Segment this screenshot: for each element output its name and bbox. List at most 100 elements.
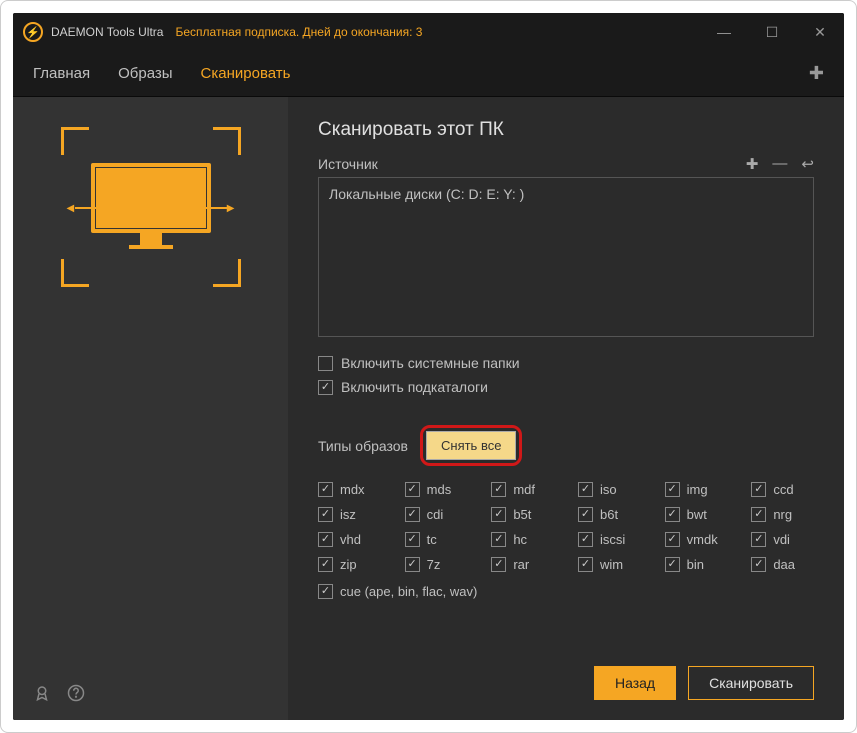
source-list[interactable]: Локальные диски (C: D: E: Y: ) bbox=[318, 177, 814, 337]
format-iso-label: iso bbox=[600, 482, 617, 497]
format-rar-label: rar bbox=[513, 557, 529, 572]
format-daa-checkbox[interactable] bbox=[751, 557, 766, 572]
format-vhd: vhd bbox=[318, 532, 381, 547]
add-tab-button[interactable]: ✚ bbox=[809, 63, 824, 84]
format-zip-label: zip bbox=[340, 557, 357, 572]
remove-source-button[interactable]: — bbox=[772, 155, 787, 173]
format-vdi-label: vdi bbox=[773, 532, 790, 547]
clear-all-button[interactable]: Снять все bbox=[426, 431, 516, 460]
format-daa-label: daa bbox=[773, 557, 795, 572]
format-wim-checkbox[interactable] bbox=[578, 557, 593, 572]
format-hc-label: hc bbox=[513, 532, 527, 547]
format-rar: rar bbox=[491, 557, 554, 572]
annotation-highlight: Снять все bbox=[420, 425, 522, 466]
format-bin-label: bin bbox=[687, 557, 704, 572]
format-b6t-checkbox[interactable] bbox=[578, 507, 593, 522]
format-mdf: mdf bbox=[491, 482, 554, 497]
format-bwt-checkbox[interactable] bbox=[665, 507, 680, 522]
menu-tab-0[interactable]: Главная bbox=[33, 65, 90, 82]
format-wim-label: wim bbox=[600, 557, 623, 572]
format-img: img bbox=[665, 482, 728, 497]
menubar: Главная Образы Сканировать ✚ bbox=[13, 51, 844, 97]
app-logo-icon: ⚡ bbox=[23, 22, 43, 42]
format-cdi-checkbox[interactable] bbox=[405, 507, 420, 522]
format-vdi-checkbox[interactable] bbox=[751, 532, 766, 547]
format-bwt-label: bwt bbox=[687, 507, 707, 522]
undo-source-button[interactable]: ↩ bbox=[801, 155, 814, 173]
format-ccd-label: ccd bbox=[773, 482, 793, 497]
format-ccd-checkbox[interactable] bbox=[751, 482, 766, 497]
scan-button[interactable]: Сканировать bbox=[688, 666, 814, 700]
format-isz-label: isz bbox=[340, 507, 356, 522]
format-tc: tc bbox=[405, 532, 468, 547]
menu-tab-1[interactable]: Образы bbox=[118, 65, 172, 82]
format-cdi-label: cdi bbox=[427, 507, 444, 522]
app-title: DAEMON Tools Ultra bbox=[51, 25, 163, 39]
format-7z-label: 7z bbox=[427, 557, 441, 572]
format-tc-checkbox[interactable] bbox=[405, 532, 420, 547]
format-hc-checkbox[interactable] bbox=[491, 532, 506, 547]
format-rar-checkbox[interactable] bbox=[491, 557, 506, 572]
format-mdx-checkbox[interactable] bbox=[318, 482, 333, 497]
maximize-button[interactable]: ☐ bbox=[758, 18, 786, 46]
page-title: Сканировать этот ПК bbox=[318, 119, 814, 141]
help-icon[interactable] bbox=[67, 684, 85, 702]
badge-icon[interactable] bbox=[33, 684, 51, 702]
format-cdi: cdi bbox=[405, 507, 468, 522]
minimize-button[interactable]: — bbox=[710, 18, 738, 46]
include-subdirs-label: Включить подкаталоги bbox=[341, 379, 488, 395]
format-mdx: mdx bbox=[318, 482, 381, 497]
format-b5t: b5t bbox=[491, 507, 554, 522]
include-system-checkbox[interactable] bbox=[318, 356, 333, 371]
source-item[interactable]: Локальные диски (C: D: E: Y: ) bbox=[329, 186, 803, 202]
format-mds-label: mds bbox=[427, 482, 452, 497]
format-img-checkbox[interactable] bbox=[665, 482, 680, 497]
format-iscsi: iscsi bbox=[578, 532, 641, 547]
format-isz: isz bbox=[318, 507, 381, 522]
format-iso-checkbox[interactable] bbox=[578, 482, 593, 497]
format-vmdk-label: vmdk bbox=[687, 532, 718, 547]
format-iscsi-checkbox[interactable] bbox=[578, 532, 593, 547]
close-button[interactable]: ✕ bbox=[806, 18, 834, 46]
format-7z-checkbox[interactable] bbox=[405, 557, 420, 572]
format-7z: 7z bbox=[405, 557, 468, 572]
format-iso: iso bbox=[578, 482, 641, 497]
format-nrg-checkbox[interactable] bbox=[751, 507, 766, 522]
sidebar: ◀▶ bbox=[13, 97, 288, 720]
format-b5t-checkbox[interactable] bbox=[491, 507, 506, 522]
format-cue-checkbox[interactable] bbox=[318, 584, 333, 599]
format-mdf-checkbox[interactable] bbox=[491, 482, 506, 497]
format-mds: mds bbox=[405, 482, 468, 497]
format-iscsi-label: iscsi bbox=[600, 532, 625, 547]
back-button[interactable]: Назад bbox=[594, 666, 676, 700]
format-mdf-label: mdf bbox=[513, 482, 535, 497]
format-cue-label: cue (ape, bin, flac, wav) bbox=[340, 584, 477, 599]
app-window: ⚡ DAEMON Tools Ultra Бесплатная подписка… bbox=[13, 13, 844, 720]
format-bin: bin bbox=[665, 557, 728, 572]
format-ccd: ccd bbox=[751, 482, 814, 497]
format-mdx-label: mdx bbox=[340, 482, 365, 497]
format-zip-checkbox[interactable] bbox=[318, 557, 333, 572]
types-label: Типы образов bbox=[318, 438, 408, 454]
format-vdi: vdi bbox=[751, 532, 814, 547]
source-label: Источник bbox=[318, 156, 378, 172]
format-isz-checkbox[interactable] bbox=[318, 507, 333, 522]
format-vmdk-checkbox[interactable] bbox=[665, 532, 680, 547]
format-b6t-label: b6t bbox=[600, 507, 618, 522]
format-nrg-label: nrg bbox=[773, 507, 792, 522]
subscription-status: Бесплатная подписка. Дней до окончания: … bbox=[175, 25, 422, 39]
titlebar: ⚡ DAEMON Tools Ultra Бесплатная подписка… bbox=[13, 13, 844, 51]
menu-tab-2[interactable]: Сканировать bbox=[201, 65, 291, 82]
add-source-button[interactable]: ✚ bbox=[746, 155, 759, 173]
scan-pc-icon: ◀▶ bbox=[61, 127, 241, 287]
format-vhd-checkbox[interactable] bbox=[318, 532, 333, 547]
include-system-label: Включить системные папки bbox=[341, 355, 520, 371]
format-bin-checkbox[interactable] bbox=[665, 557, 680, 572]
format-daa: daa bbox=[751, 557, 814, 572]
main-panel: Сканировать этот ПК Источник ✚ — ↩ Локал… bbox=[288, 97, 844, 720]
format-img-label: img bbox=[687, 482, 708, 497]
include-subdirs-checkbox[interactable] bbox=[318, 380, 333, 395]
format-mds-checkbox[interactable] bbox=[405, 482, 420, 497]
format-wim: wim bbox=[578, 557, 641, 572]
format-vmdk: vmdk bbox=[665, 532, 728, 547]
